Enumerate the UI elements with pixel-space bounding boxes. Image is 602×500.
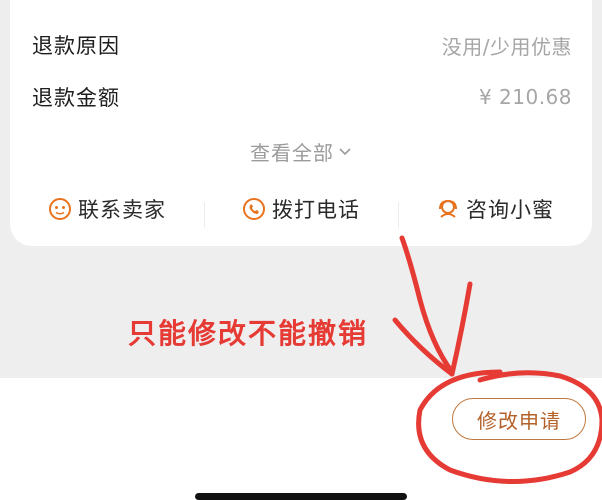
modify-request-button[interactable]: 修改申请 — [452, 398, 586, 440]
red-arrow-head-left — [392, 317, 455, 377]
refund-reason-value: 没用/少用优惠 — [441, 34, 572, 59]
see-all-label: 查看全部 — [250, 141, 334, 165]
action-bar: 联系卖家 拨打电话 咨询小蜜 — [10, 188, 592, 230]
home-indicator — [195, 493, 407, 500]
annotation-note: 只能修改不能撤销 — [128, 317, 369, 350]
ask-assistant-button[interactable]: 咨询小蜜 — [398, 194, 592, 228]
red-arrow-shaft — [399, 235, 455, 375]
contact-seller-label: 联系卖家 — [78, 198, 166, 222]
call-phone-button[interactable]: 拨打电话 — [204, 194, 398, 228]
refund-reason-row: 退款原因 没用/少用优惠 — [32, 28, 572, 62]
refund-details-card: 退款原因 没用/少用优惠 退款金额 ¥ 210.68 查看全部 联系卖家 拨打电 — [10, 0, 592, 246]
refund-amount-label: 退款金额 — [32, 86, 120, 110]
ask-assistant-label: 咨询小蜜 — [466, 198, 554, 222]
chevron-down-icon — [339, 147, 351, 155]
call-phone-label: 拨打电话 — [272, 198, 360, 222]
headset-icon — [439, 199, 457, 218]
refund-reason-label: 退款原因 — [32, 34, 120, 58]
contact-seller-button[interactable]: 联系卖家 — [10, 194, 204, 224]
refund-amount-row: 退款金额 ¥ 210.68 — [32, 80, 572, 114]
see-all-toggle[interactable]: 查看全部 — [10, 137, 592, 166]
refund-amount-value: ¥ 210.68 — [478, 85, 572, 109]
smiley-chat-icon — [49, 198, 71, 220]
red-arrow-head-right — [449, 281, 473, 377]
phone-icon — [243, 198, 265, 220]
